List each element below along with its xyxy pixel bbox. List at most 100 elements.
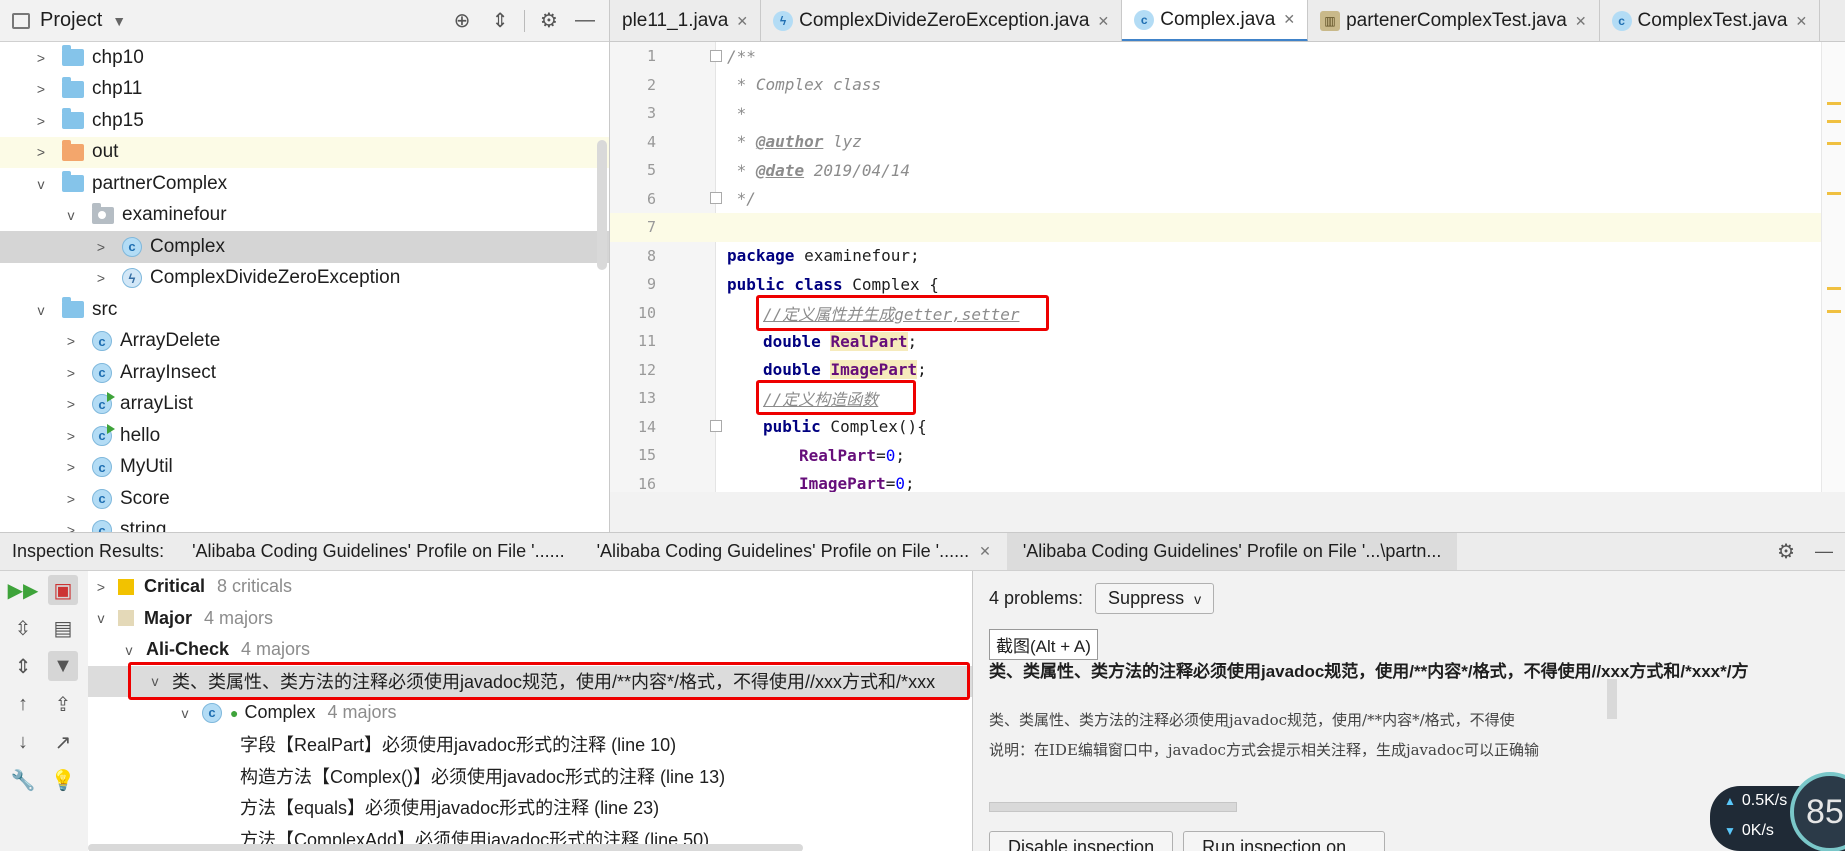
group-by-directory-icon[interactable]: ▤	[48, 613, 78, 643]
problem-row[interactable]: 字段【RealPart】必须使用javadoc形式的注释 (line 10)	[88, 729, 972, 761]
wrench-icon[interactable]: 🔧	[8, 765, 38, 795]
previous-problem-icon[interactable]: ↑	[8, 689, 38, 719]
export-icon[interactable]: ⇪	[48, 689, 78, 719]
tab-partenercomplextest[interactable]: ▥ partenerComplexTest.java ✕	[1308, 0, 1600, 41]
chevron-down-icon[interactable]: v	[92, 609, 110, 627]
code-line: 8 package examinefour;	[610, 242, 1845, 271]
chevron-right-icon[interactable]: >	[62, 364, 80, 382]
minimize-icon[interactable]: —	[571, 7, 599, 35]
gear-icon[interactable]: ⚙	[535, 7, 563, 35]
code-text: * @author lyz	[727, 132, 862, 152]
tab-complex[interactable]: c Complex.java ✕	[1122, 0, 1309, 41]
tree-item-examinefour[interactable]: v examinefour	[0, 200, 609, 232]
chevron-right-icon[interactable]: >	[32, 80, 50, 98]
suppress-dropdown[interactable]: Suppress v	[1095, 583, 1215, 614]
tree-item-score[interactable]: > c Score	[0, 483, 609, 515]
vertical-scrollbar[interactable]	[1607, 679, 1617, 719]
close-icon[interactable]: ✕	[979, 543, 991, 560]
tree-item-arraylist[interactable]: > c arrayList	[0, 389, 609, 421]
description-scrollbar[interactable]	[989, 802, 1237, 812]
locate-icon[interactable]: ⊕	[448, 7, 476, 35]
fold-marker-icon[interactable]	[710, 192, 722, 204]
project-view-icon[interactable]	[10, 7, 32, 35]
tree-item-src[interactable]: v src	[0, 294, 609, 326]
tree-item-string[interactable]: > c string	[0, 515, 609, 532]
close-icon[interactable]: ✕	[1283, 11, 1295, 28]
next-problem-icon[interactable]: ↓	[8, 727, 38, 757]
group-by-severity-icon[interactable]: ▣	[48, 575, 78, 605]
code-editor[interactable]: 1 /** 2 * Complex class 3 * 4 * @author …	[610, 42, 1845, 492]
chevron-right-icon[interactable]: >	[62, 490, 80, 508]
chevron-down-icon[interactable]: v	[32, 175, 50, 193]
chevron-down-icon[interactable]: v	[62, 206, 80, 224]
chevron-right-icon[interactable]: >	[62, 458, 80, 476]
major-severity-icon	[118, 610, 134, 627]
tree-item-complexdividezeroexception[interactable]: > ϟ ComplexDivideZeroException	[0, 263, 609, 295]
inspection-tab[interactable]: 'Alibaba Coding Guidelines' Profile on F…	[176, 533, 581, 570]
tab-ple11-1[interactable]: ple11_1.java ✕	[610, 0, 762, 41]
rerun-icon[interactable]: ▶▶	[8, 575, 39, 605]
chevron-right-icon[interactable]: >	[32, 49, 50, 67]
chevron-right-icon[interactable]: >	[62, 395, 80, 413]
tree-item-partnercomplex[interactable]: v partnerComplex	[0, 168, 609, 200]
lightbulb-icon[interactable]: 💡	[48, 765, 78, 795]
inspection-tab-active[interactable]: 'Alibaba Coding Guidelines' Profile on F…	[1006, 533, 1458, 570]
tree-item-arrayinsect[interactable]: > c ArrayInsect	[0, 357, 609, 389]
collapse-all-icon[interactable]: ⇕	[8, 651, 38, 681]
minimize-icon[interactable]: —	[1815, 541, 1833, 562]
severity-major-row[interactable]: v Major 4 majors	[88, 603, 972, 635]
chevron-down-icon[interactable]: v	[120, 641, 138, 659]
inspection-class-row[interactable]: v c ● Complex 4 majors	[88, 697, 972, 729]
horizontal-scrollbar[interactable]	[88, 844, 803, 851]
chevron-right-icon[interactable]: >	[62, 332, 80, 350]
tree-item-hello[interactable]: > c hello	[0, 420, 609, 452]
chevron-right-icon[interactable]: >	[32, 143, 50, 161]
fold-marker-icon[interactable]	[710, 50, 722, 62]
fold-marker-icon[interactable]	[710, 420, 722, 432]
gear-icon[interactable]: ⚙	[1777, 539, 1795, 564]
tab-complextest[interactable]: c ComplexTest.java ✕	[1600, 0, 1821, 41]
project-scrollbar[interactable]	[597, 140, 607, 270]
chevron-right-icon[interactable]: >	[92, 578, 110, 596]
chevron-right-icon[interactable]: >	[62, 521, 80, 532]
close-icon[interactable]: ✕	[1796, 13, 1808, 30]
chevron-right-icon[interactable]: >	[92, 238, 110, 256]
collapse-all-icon[interactable]: ⇕	[486, 7, 514, 35]
chevron-right-icon[interactable]: >	[62, 427, 80, 445]
close-icon[interactable]: ✕	[736, 13, 748, 30]
warning-marker[interactable]	[1827, 142, 1841, 145]
autoscroll-icon[interactable]: ↗	[48, 727, 78, 757]
chevron-right-icon[interactable]: >	[32, 112, 50, 130]
chevron-right-icon[interactable]: >	[92, 269, 110, 287]
warning-marker[interactable]	[1827, 287, 1841, 290]
tree-item-chp11[interactable]: > chp11	[0, 74, 609, 106]
editor-scrollbar[interactable]	[1821, 42, 1845, 492]
warning-marker[interactable]	[1827, 192, 1841, 195]
tree-item-chp15[interactable]: > chp15	[0, 105, 609, 137]
severity-critical-row[interactable]: > Critical 8 criticals	[88, 571, 972, 603]
tree-item-complex[interactable]: > c Complex	[0, 231, 609, 263]
chevron-down-icon[interactable]: v	[32, 301, 50, 319]
warning-marker[interactable]	[1827, 102, 1841, 105]
tree-item-chp10[interactable]: > chp10	[0, 42, 609, 74]
close-icon[interactable]: ✕	[1098, 13, 1110, 30]
problem-row[interactable]: 构造方法【Complex()】必须使用javadoc形式的注释 (line 13…	[88, 760, 972, 792]
chevron-down-icon[interactable]: v	[176, 704, 194, 722]
disable-inspection-button[interactable]: Disable inspection	[989, 831, 1174, 851]
problem-row[interactable]: 方法【equals】必须使用javadoc形式的注释 (line 23)	[88, 792, 972, 824]
code-line: 5 * @date 2019/04/14	[610, 156, 1845, 185]
inspection-tab[interactable]: 'Alibaba Coding Guidelines' Profile on F…	[581, 533, 1007, 570]
run-inspection-button[interactable]: Run inspection on ...	[1183, 831, 1386, 851]
warning-marker[interactable]	[1827, 120, 1841, 123]
close-icon[interactable]: ✕	[1575, 13, 1587, 30]
tree-item-arraydelete[interactable]: > c ArrayDelete	[0, 326, 609, 358]
tab-complexdividezeroexception[interactable]: ϟ ComplexDivideZeroException.java ✕	[761, 0, 1123, 41]
warning-marker[interactable]	[1827, 310, 1841, 313]
tree-item-out[interactable]: > out	[0, 136, 609, 168]
expand-all-icon[interactable]: ⇳	[8, 613, 38, 643]
project-title[interactable]: Project	[40, 9, 102, 32]
tree-item-myutil[interactable]: > c MyUtil	[0, 452, 609, 484]
filter-icon[interactable]: ▼	[48, 651, 78, 681]
inspection-group-row[interactable]: v Ali-Check 4 majors	[88, 634, 972, 666]
chevron-down-icon[interactable]: ▼	[112, 13, 126, 29]
